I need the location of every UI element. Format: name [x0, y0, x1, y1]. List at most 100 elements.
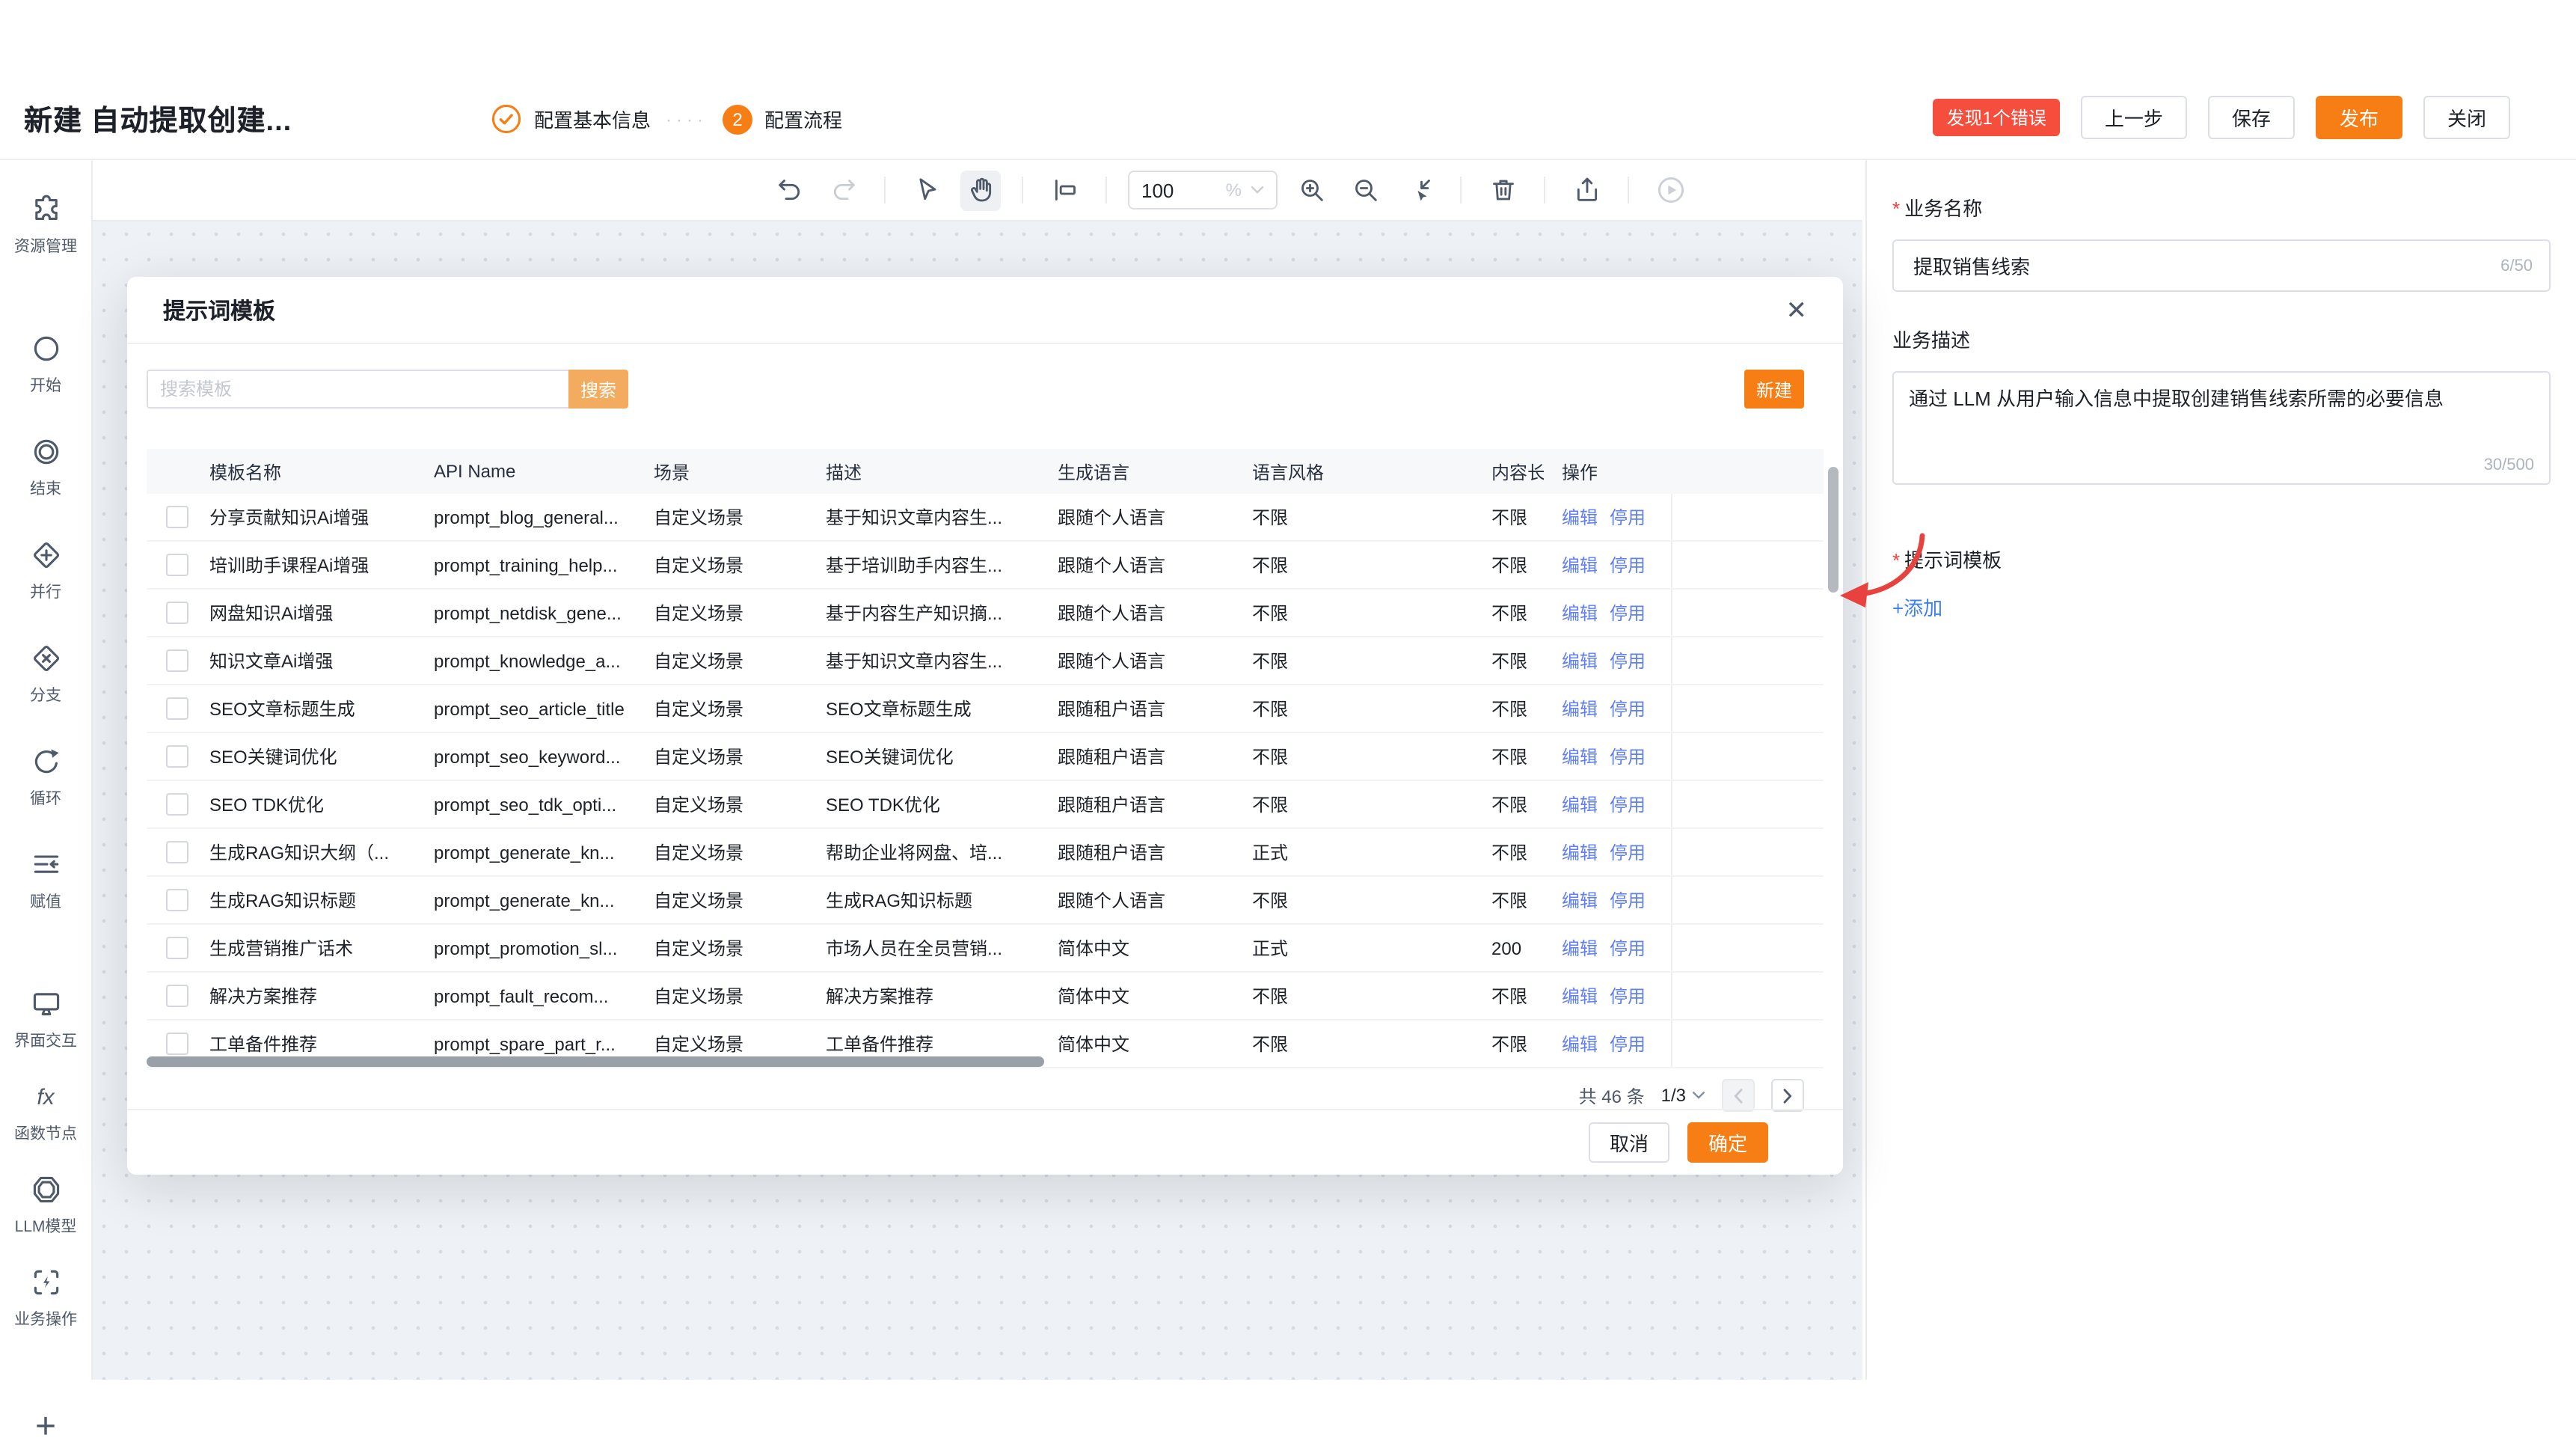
edit-link[interactable]: 编辑	[1562, 839, 1598, 865]
disable-link[interactable]: 停用	[1610, 552, 1646, 578]
disable-link[interactable]: 停用	[1610, 600, 1646, 625]
cell-api-name: prompt_seo_tdk_opti...	[416, 794, 636, 815]
row-checkbox[interactable]	[147, 602, 191, 624]
palette-item-function[interactable]: fx 函数节点	[14, 1080, 77, 1145]
cancel-button[interactable]: 取消	[1589, 1122, 1669, 1163]
row-checkbox[interactable]	[147, 649, 191, 672]
disable-link[interactable]: 停用	[1610, 887, 1646, 913]
zoom-out-icon[interactable]	[1345, 170, 1385, 210]
error-badge[interactable]: 发现1个错误	[1933, 99, 2060, 136]
close-button[interactable]: 关闭	[2423, 96, 2510, 139]
next-page-button[interactable]	[1771, 1079, 1804, 1112]
add-node-button[interactable]: +	[35, 1410, 56, 1446]
palette-item-resources[interactable]: 资源管理	[14, 193, 77, 257]
edit-link[interactable]: 编辑	[1562, 696, 1598, 721]
action-box-icon	[29, 1266, 62, 1299]
zoom-level-input[interactable]: 100 %	[1128, 171, 1278, 209]
disable-link[interactable]: 停用	[1610, 983, 1646, 1009]
business-desc-input[interactable]: 通过 LLM 从用户输入信息中提取创建销售线索所需的必要信息	[1894, 373, 2549, 483]
disable-link[interactable]: 停用	[1610, 1031, 1646, 1056]
row-checkbox[interactable]	[147, 1033, 191, 1055]
cell-style: 不限	[1234, 696, 1473, 721]
edit-link[interactable]: 编辑	[1562, 552, 1598, 578]
pointer-icon[interactable]	[907, 170, 947, 210]
step-2-label[interactable]: 配置流程	[764, 105, 842, 133]
prev-step-button[interactable]: 上一步	[2081, 96, 2187, 139]
zoom-in-icon[interactable]	[1291, 170, 1331, 210]
disable-link[interactable]: 停用	[1610, 839, 1646, 865]
cell-scene: 自定义场景	[636, 600, 808, 625]
align-icon[interactable]	[1044, 170, 1085, 210]
prev-page-button[interactable]	[1722, 1079, 1755, 1112]
monitor-icon	[29, 988, 62, 1021]
disable-link[interactable]: 停用	[1610, 648, 1646, 673]
cell-description: 帮助企业将网盘、培...	[808, 839, 1040, 865]
save-button[interactable]: 保存	[2208, 96, 2295, 139]
step-1-label[interactable]: 配置基本信息	[534, 105, 651, 133]
business-name-field[interactable]: 6/50	[1892, 239, 2551, 292]
publish-button[interactable]: 发布	[2316, 96, 2402, 139]
cell-template-name: 培训助手课程Ai增强	[191, 552, 416, 578]
palette-item-label: 函数节点	[14, 1122, 77, 1145]
palette-item-end[interactable]: 结束	[29, 435, 62, 500]
palette-item-assign[interactable]: 赋值	[29, 848, 62, 913]
redo-icon[interactable]	[823, 170, 863, 210]
edit-link[interactable]: 编辑	[1562, 887, 1598, 913]
palette-item-loop[interactable]: 循环	[29, 745, 62, 810]
edit-link[interactable]: 编辑	[1562, 504, 1598, 530]
search-button[interactable]: 搜索	[568, 370, 628, 409]
disable-link[interactable]: 停用	[1610, 744, 1646, 769]
cell-length: 不限	[1473, 1031, 1544, 1056]
edit-link[interactable]: 编辑	[1562, 648, 1598, 673]
business-desc-field[interactable]: 通过 LLM 从用户输入信息中提取创建销售线索所需的必要信息 30/500	[1892, 371, 2551, 485]
run-icon[interactable]	[1650, 170, 1690, 210]
disable-link[interactable]: 停用	[1610, 696, 1646, 721]
business-name-input[interactable]	[1910, 253, 2500, 278]
disable-link[interactable]: 停用	[1610, 792, 1646, 817]
row-checkbox[interactable]	[147, 506, 191, 528]
edit-link[interactable]: 编辑	[1562, 935, 1598, 961]
row-checkbox[interactable]	[147, 793, 191, 816]
disable-link[interactable]: 停用	[1610, 935, 1646, 961]
cell-scene: 自定义场景	[636, 648, 808, 673]
edit-link[interactable]: 编辑	[1562, 983, 1598, 1009]
modal-close-icon[interactable]: ✕	[1786, 297, 1808, 322]
row-checkbox[interactable]	[147, 554, 191, 576]
create-template-button[interactable]: 新建	[1744, 370, 1804, 409]
annotation-arrow	[1828, 527, 1945, 617]
cell-api-name: prompt_training_help...	[416, 554, 636, 575]
delete-icon[interactable]	[1482, 170, 1523, 210]
export-icon[interactable]	[1566, 170, 1607, 210]
palette-item-llm[interactable]: LLM模型	[14, 1173, 77, 1238]
palette-item-branch[interactable]: 分支	[29, 642, 62, 706]
undo-icon[interactable]	[769, 170, 809, 210]
palette-item-parallel[interactable]: 并行	[29, 539, 62, 603]
palette-item-start[interactable]: 开始	[29, 332, 62, 397]
row-checkbox[interactable]	[147, 937, 191, 959]
page-select[interactable]: 1/3	[1661, 1085, 1705, 1106]
cell-description: 市场人员在全员营销...	[808, 935, 1040, 961]
palette-item-ui-interaction[interactable]: 界面交互	[14, 988, 77, 1052]
cell-actions: 编辑停用	[1544, 983, 1671, 1009]
confirm-button[interactable]: 确定	[1687, 1122, 1768, 1163]
hand-icon[interactable]	[960, 170, 1001, 210]
row-checkbox[interactable]	[147, 985, 191, 1007]
cell-length: 不限	[1473, 887, 1544, 913]
edit-link[interactable]: 编辑	[1562, 792, 1598, 817]
edit-link[interactable]: 编辑	[1562, 1031, 1598, 1056]
search-input[interactable]	[147, 370, 568, 409]
fit-screen-icon[interactable]	[1399, 170, 1439, 210]
row-checkbox[interactable]	[147, 745, 191, 768]
cell-style: 不限	[1234, 1031, 1473, 1056]
row-checkbox[interactable]	[147, 889, 191, 911]
edit-link[interactable]: 编辑	[1562, 744, 1598, 769]
row-checkbox[interactable]	[147, 841, 191, 863]
row-checkbox[interactable]	[147, 697, 191, 720]
cell-description: 基于培训助手内容生...	[808, 552, 1040, 578]
horizontal-scrollbar[interactable]	[147, 1056, 1044, 1067]
palette-item-business-action[interactable]: 业务操作	[14, 1266, 77, 1330]
disable-link[interactable]: 停用	[1610, 504, 1646, 530]
edit-link[interactable]: 编辑	[1562, 600, 1598, 625]
cell-filler	[1671, 637, 1824, 684]
column-header: 模板名称	[191, 459, 416, 484]
